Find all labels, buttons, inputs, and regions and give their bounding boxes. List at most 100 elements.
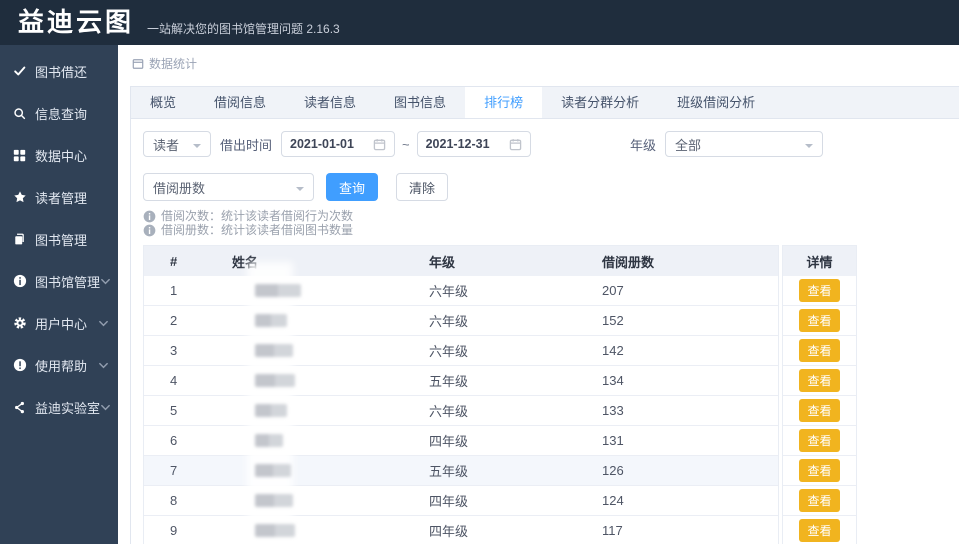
app-subtitle: 一站解决您的图书馆管理问题 2.16.3 <box>147 22 340 36</box>
detail-cell: 查看 <box>783 456 856 486</box>
detail-cell: 查看 <box>783 486 856 516</box>
grid-icon <box>13 149 29 162</box>
count-cell: 142 <box>589 335 778 366</box>
count-cell: 207 <box>589 276 778 306</box>
end-date-input[interactable]: 2021-12-31 <box>416 131 531 157</box>
sidebar-item-label: 信息查询 <box>35 106 88 122</box>
breadcrumb: 数据统计 <box>132 55 197 72</box>
app-header: 益迪云图 一站解决您的图书馆管理问题 2.16.3 <box>0 0 959 45</box>
sidebar-item-5[interactable]: 图书管理 <box>0 218 118 260</box>
tab-4[interactable]: 图书信息 <box>375 87 465 118</box>
name-cell <box>232 276 429 306</box>
start-date-input[interactable]: 2021-01-01 <box>281 131 396 157</box>
tab-2[interactable]: 借阅信息 <box>195 87 285 118</box>
caret-down-icon <box>296 187 304 195</box>
rank-cell: 4 <box>144 365 232 396</box>
table-row: 2 六年级 152 <box>144 305 778 336</box>
grade-cell: 六年级 <box>429 335 589 366</box>
tab-7[interactable]: 班级借阅分析 <box>658 87 774 118</box>
grade-select[interactable]: 全部 <box>665 131 823 157</box>
table-row: 7 五年级 126 <box>144 455 778 486</box>
name-cell <box>232 305 429 336</box>
star-icon <box>13 190 29 204</box>
tab-5[interactable]: 排行榜 <box>465 87 543 118</box>
app-logo: 益迪云图 <box>18 7 135 37</box>
sidebar-item-3[interactable]: 数据中心 <box>0 134 118 176</box>
col-grade: 年级 <box>429 246 589 276</box>
calendar-icon <box>373 138 386 151</box>
note-line: 借阅次数：统计该读者借阅行为次数 <box>143 209 959 223</box>
tab-6[interactable]: 读者分群分析 <box>542 87 658 118</box>
rank-cell: 9 <box>144 515 232 544</box>
view-button[interactable]: 查看 <box>799 459 840 482</box>
tab-panel: 读者 借出时间 2021-01-01 ~ 2021-12-31 年级 全部 借阅… <box>130 119 959 544</box>
count-cell: 152 <box>589 305 778 336</box>
redacted-name <box>255 314 287 327</box>
view-button[interactable]: 查看 <box>799 339 840 362</box>
metric-notes: 借阅次数：统计该读者借阅行为次数 借阅册数：统计该读者借阅图书数量 <box>143 209 959 237</box>
sidebar-item-label: 数据中心 <box>35 148 88 164</box>
breadcrumb-label: 数据统计 <box>149 57 198 71</box>
redacted-name <box>255 434 283 447</box>
sidebar-menu: 图书借还信息查询数据中心读者管理 图书管理图书馆管理用户中心使用帮助 益迪实验室 <box>0 45 118 544</box>
table-row: 4 五年级 134 <box>144 365 778 396</box>
info-icon <box>13 274 29 288</box>
sidebar-item-6[interactable]: 图书馆管理 <box>0 260 118 302</box>
sidebar-item-8[interactable]: 使用帮助 <box>0 344 118 386</box>
count-cell: 134 <box>589 365 778 396</box>
note-info-icon <box>143 224 156 237</box>
detail-column: 详情 查看 查看 查看 查看 查看 查看 查看 查看 查看 <box>782 245 857 544</box>
table-row: 9 四年级 117 <box>144 515 778 544</box>
chevron-down-icon <box>98 360 109 371</box>
view-button[interactable]: 查看 <box>799 399 840 422</box>
chevron-down-icon <box>100 276 111 287</box>
view-button[interactable]: 查看 <box>799 489 840 512</box>
rank-cell: 7 <box>144 455 232 486</box>
borrow-time-label: 借出时间 <box>220 137 273 153</box>
grade-filter-group: 年级 全部 <box>630 131 823 157</box>
grade-cell: 五年级 <box>429 365 589 396</box>
sidebar-item-4[interactable]: 读者管理 <box>0 176 118 218</box>
query-button[interactable]: 查询 <box>326 173 379 201</box>
sidebar-item-2[interactable]: 信息查询 <box>0 92 118 134</box>
metric-select[interactable]: 借阅册数 <box>143 173 314 201</box>
col-rank: # <box>144 246 232 276</box>
sidebar-item-label: 图书借还 <box>35 64 88 80</box>
view-button[interactable]: 查看 <box>799 309 840 332</box>
note-text: 借阅册数：统计该读者借阅图书数量 <box>161 223 354 237</box>
tab-3[interactable]: 读者信息 <box>285 87 375 118</box>
grade-cell: 五年级 <box>429 455 589 486</box>
reader-type-select[interactable]: 读者 <box>143 131 211 157</box>
reader-type-value: 读者 <box>153 137 180 153</box>
tab-1[interactable]: 概览 <box>131 87 195 118</box>
sidebar-item-label: 用户中心 <box>35 316 88 332</box>
table-row: 1 六年级 207 <box>144 276 778 306</box>
view-button[interactable]: 查看 <box>799 519 840 542</box>
sidebar-item-1[interactable]: 图书借还 <box>0 50 118 92</box>
sidebar-item-label: 图书馆管理 <box>35 274 101 290</box>
start-date-value: 2021-01-01 <box>290 137 354 151</box>
end-date-value: 2021-12-31 <box>425 137 490 151</box>
view-button[interactable]: 查看 <box>799 429 840 452</box>
name-cell <box>232 515 429 544</box>
rank-cell: 6 <box>144 425 232 456</box>
clear-button[interactable]: 清除 <box>396 173 449 201</box>
share-icon <box>13 401 29 414</box>
help-icon <box>13 358 29 372</box>
view-button[interactable]: 查看 <box>799 369 840 392</box>
sidebar-item-7[interactable]: 用户中心 <box>0 302 118 344</box>
metric-value: 借阅册数 <box>153 180 206 196</box>
caret-down-icon <box>193 144 201 152</box>
detail-cell: 查看 <box>783 396 856 426</box>
view-button[interactable]: 查看 <box>799 279 840 302</box>
detail-cell: 查看 <box>783 516 856 544</box>
rank-cell: 2 <box>144 305 232 336</box>
name-cell <box>232 335 429 366</box>
gear-icon <box>13 316 29 330</box>
date-range-separator: ~ <box>402 136 410 152</box>
note-info-icon <box>143 210 156 223</box>
sidebar-item-9[interactable]: 益迪实验室 <box>0 386 118 428</box>
calendar-icon <box>509 138 522 151</box>
table-row: 3 六年级 142 <box>144 335 778 366</box>
detail-cell: 查看 <box>783 306 856 336</box>
